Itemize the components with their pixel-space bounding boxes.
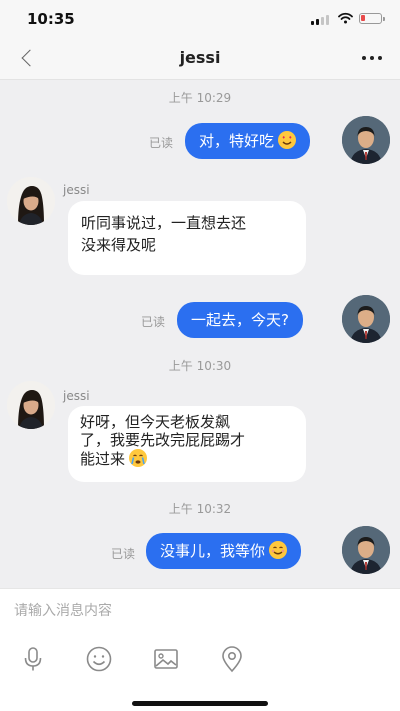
chat-title: jessi [179, 48, 221, 67]
read-receipt: 已读 [149, 136, 174, 150]
timestamp: 上午 10:32 [168, 502, 232, 516]
avatar-jessi[interactable] [7, 177, 55, 225]
status-bar: 10:35 [0, 0, 400, 36]
message-bubble-outgoing[interactable]: 对，特好吃 [185, 123, 311, 159]
emoji-icon[interactable] [83, 643, 115, 675]
avatar-jessi[interactable] [7, 381, 55, 429]
message-line: 好呀，但今天老板发飙 [80, 413, 231, 431]
message-text: 没事儿，我等你 [160, 542, 266, 560]
message-input[interactable] [14, 599, 384, 623]
nav-bar: jessi [0, 36, 400, 80]
sender-name: jessi [63, 389, 90, 403]
sender-name: jessi [63, 183, 90, 197]
message-line: 没来得及呢 [81, 236, 157, 254]
smile-emoji [269, 541, 288, 559]
message-text: 一起去，今天? [191, 311, 289, 329]
message-text: 对，特好吃 [199, 132, 275, 150]
message-line: 能过来 [80, 449, 294, 468]
heart-eyes-emoji [278, 131, 297, 149]
image-icon[interactable] [150, 643, 182, 675]
wifi-icon [338, 12, 353, 24]
read-receipt: 已读 [141, 315, 166, 329]
message-line: 听同事说过，一直想去还 [81, 214, 247, 232]
microphone-icon[interactable] [17, 643, 49, 675]
message-bubble-outgoing[interactable]: 一起去，今天? [177, 302, 303, 338]
more-dots-icon[interactable] [356, 47, 388, 69]
signal-icon [311, 14, 331, 25]
status-time: 10:35 [27, 10, 75, 28]
avatar-self[interactable] [342, 116, 390, 164]
message-bubble-outgoing[interactable]: 没事儿，我等你 [146, 533, 302, 569]
avatar-self[interactable] [342, 526, 390, 574]
message-bubble-incoming[interactable]: 好呀，但今天老板发飙 了，我要先改完屁屁踢才 能过来 [68, 406, 306, 482]
crying-emoji [129, 449, 148, 467]
home-indicator [132, 701, 268, 706]
timestamp: 上午 10:29 [168, 91, 232, 105]
composer [0, 588, 400, 711]
message-line: 了，我要先改完屁屁踢才 [80, 431, 246, 449]
location-icon[interactable] [216, 643, 248, 675]
read-receipt: 已读 [111, 547, 136, 561]
timestamp: 上午 10:30 [168, 359, 232, 373]
message-bubble-incoming[interactable]: 听同事说过，一直想去还 没来得及呢 [68, 201, 306, 275]
avatar-self[interactable] [342, 295, 390, 343]
battery-icon [359, 13, 385, 24]
chat-area[interactable]: 上午 10:29 已读 对，特好吃 jessi 听同事说过，一直想去还 没来得及… [0, 81, 400, 588]
